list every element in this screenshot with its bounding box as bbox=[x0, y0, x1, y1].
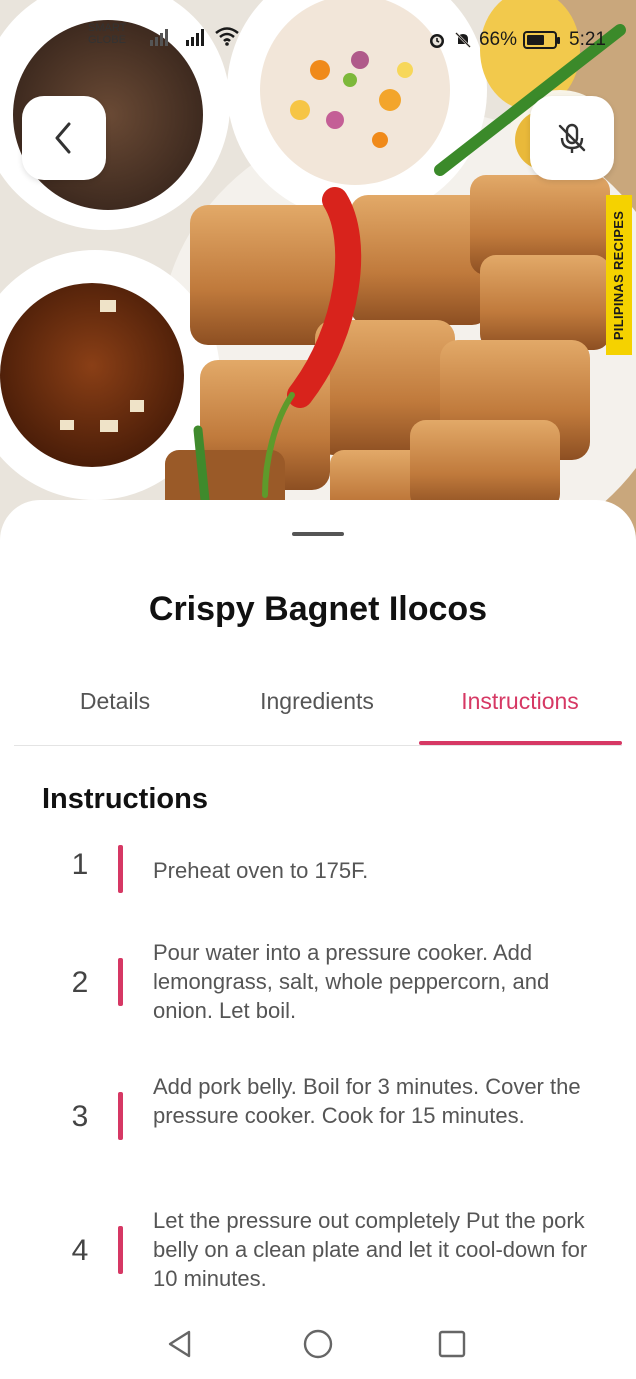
active-tab-indicator bbox=[419, 741, 622, 745]
step-marker bbox=[118, 845, 123, 893]
step-number: 2 bbox=[71, 966, 89, 999]
circle-home-icon bbox=[303, 1329, 333, 1359]
recipe-hero-image bbox=[0, 0, 636, 560]
step-text: Preheat oven to 175F. bbox=[153, 858, 369, 883]
instruction-step: 3 Add pork belly. Boil for 3 minutes. Co… bbox=[0, 1072, 636, 1162]
step-marker bbox=[118, 958, 123, 1006]
system-nav-bar bbox=[0, 1306, 636, 1379]
clock-time: 5:21 bbox=[569, 29, 606, 50]
signal-icon bbox=[186, 29, 204, 46]
status-right: 66% 5:21 bbox=[427, 29, 606, 51]
step-text: Pour water into a pressure cooker. Add l… bbox=[153, 940, 550, 1023]
watermark-logo: PILIPINAS RECIPES bbox=[606, 195, 632, 355]
step-number: 1 bbox=[71, 848, 89, 881]
watermark-text: PILIPINAS RECIPES bbox=[611, 210, 627, 340]
battery-fill bbox=[527, 35, 545, 45]
tab-ingredients[interactable]: Ingredients bbox=[242, 688, 392, 715]
tab-details[interactable]: Details bbox=[54, 688, 176, 715]
step-number: 4 bbox=[71, 1234, 89, 1267]
instruction-step: 2 Pour water into a pressure cooker. Add… bbox=[0, 938, 636, 1028]
nav-recent-button[interactable] bbox=[432, 1324, 472, 1364]
nav-home-button[interactable] bbox=[298, 1324, 338, 1364]
battery-percent: 66% bbox=[478, 29, 518, 50]
voice-toggle-button[interactable] bbox=[530, 96, 614, 180]
instruction-step: 4 Let the pressure out completely Put th… bbox=[0, 1206, 636, 1296]
section-heading: Instructions bbox=[42, 783, 208, 815]
step-number: 3 bbox=[71, 1100, 89, 1133]
step-text: Add pork belly. Boil for 3 minutes. Cove… bbox=[153, 1074, 581, 1128]
mic-off-icon bbox=[558, 123, 586, 153]
recipe-title: Crispy Bagnet Ilocos bbox=[148, 590, 488, 628]
step-marker bbox=[118, 1092, 123, 1140]
wifi-icon bbox=[215, 27, 239, 46]
recipe-sheet: Crispy Bagnet Ilocos Details Ingredients… bbox=[0, 500, 636, 1379]
alarm-icon bbox=[429, 34, 444, 48]
tab-bar: Details Ingredients Instructions bbox=[14, 672, 622, 746]
step-text: Let the pressure out completely Put the … bbox=[153, 1208, 588, 1291]
chevron-left-icon bbox=[55, 122, 71, 154]
square-recent-icon bbox=[438, 1330, 466, 1358]
signal-icon bbox=[150, 29, 168, 46]
step-marker bbox=[118, 1226, 123, 1274]
bell-off-icon bbox=[455, 32, 471, 48]
instruction-step: 1 Preheat oven to 175F. bbox=[0, 840, 636, 900]
triangle-back-icon bbox=[168, 1330, 191, 1358]
battery-icon bbox=[523, 31, 561, 49]
back-button[interactable] bbox=[22, 96, 106, 180]
carrier-label: SMART GLOBE bbox=[88, 22, 127, 46]
status-bar: SMART GLOBE 66% 5:21 bbox=[0, 22, 636, 58]
tab-instructions[interactable]: Instructions bbox=[434, 688, 606, 715]
drag-handle[interactable] bbox=[292, 532, 344, 536]
nav-back-button[interactable] bbox=[160, 1324, 200, 1364]
